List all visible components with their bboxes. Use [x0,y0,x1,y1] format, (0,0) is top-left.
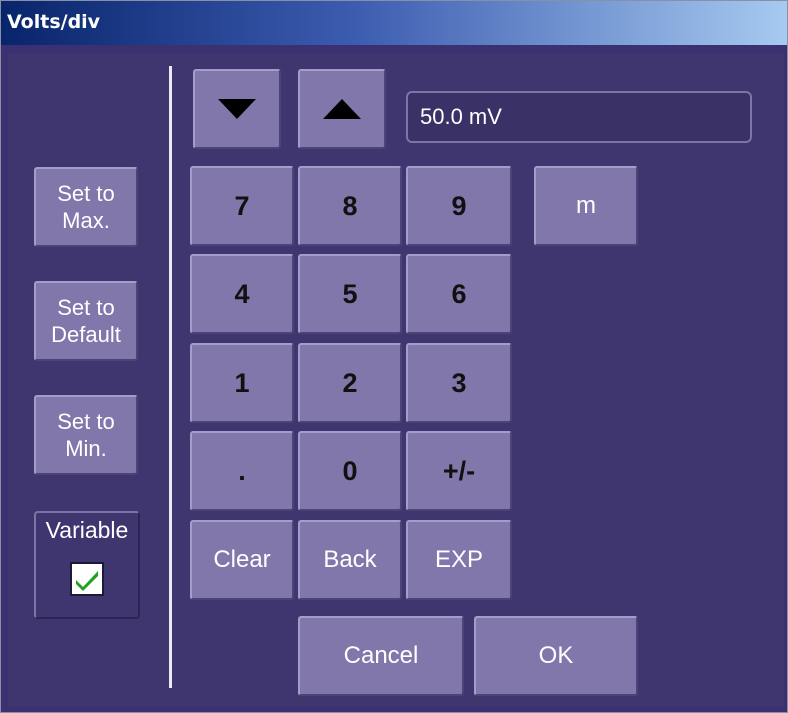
unit-milli-button[interactable]: m [534,166,638,246]
key-0[interactable]: 0 [298,431,402,511]
set-to-min-button[interactable]: Set to Min. [34,395,138,475]
increment-button[interactable] [298,69,386,149]
decrement-button[interactable] [193,69,281,149]
key-9[interactable]: 9 [406,166,512,246]
key-7[interactable]: 7 [190,166,294,246]
dialog-body: Set to Max. Set to Default Set to Min. V… [8,54,784,706]
key-decimal[interactable]: . [190,431,294,511]
back-button[interactable]: Back [298,520,402,600]
key-5[interactable]: 5 [298,254,402,334]
volts-div-dialog: Volts/div Set to Max. Set to Default Set… [0,0,788,713]
triangle-up-icon [323,99,361,119]
key-plus-minus[interactable]: +/- [406,431,512,511]
dialog-title: Volts/div [7,11,101,33]
vertical-divider [169,66,172,688]
triangle-down-icon [218,99,256,119]
variable-group: Variable [34,511,140,619]
key-2[interactable]: 2 [298,343,402,423]
variable-label: Variable [45,517,129,543]
set-to-max-label: Set to Max. [57,180,115,234]
set-to-default-label: Set to Default [51,294,121,348]
value-display-text: 50.0 mV [420,104,502,129]
cancel-button[interactable]: Cancel [298,616,464,696]
checkmark-icon [76,571,98,591]
value-display[interactable]: 50.0 mV [406,91,752,143]
key-8[interactable]: 8 [298,166,402,246]
key-3[interactable]: 3 [406,343,512,423]
key-4[interactable]: 4 [190,254,294,334]
set-to-min-label: Set to Min. [57,408,115,462]
exp-button[interactable]: EXP [406,520,512,600]
ok-button[interactable]: OK [474,616,638,696]
set-to-default-button[interactable]: Set to Default [34,281,138,361]
key-6[interactable]: 6 [406,254,512,334]
title-bar: Volts/div [1,1,787,45]
variable-checkbox[interactable] [70,562,104,596]
key-1[interactable]: 1 [190,343,294,423]
clear-button[interactable]: Clear [190,520,294,600]
set-to-max-button[interactable]: Set to Max. [34,167,138,247]
